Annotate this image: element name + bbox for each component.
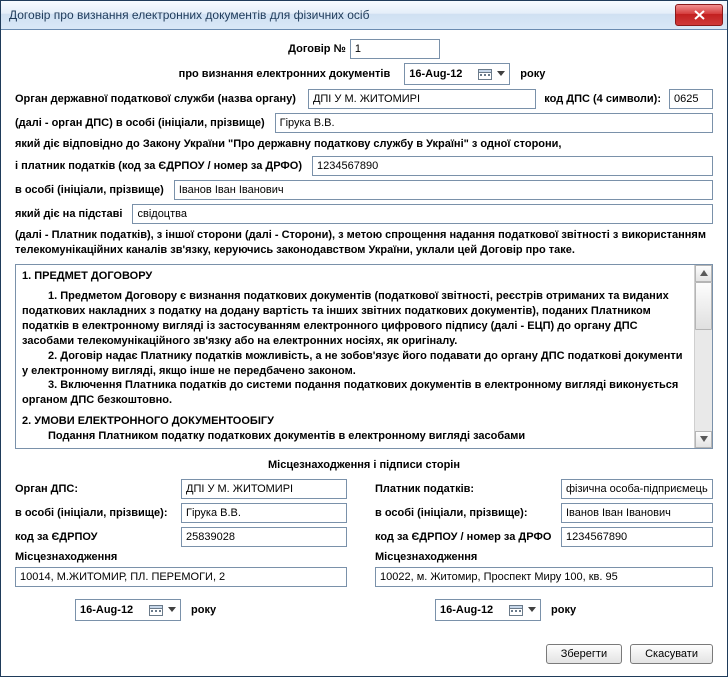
payer-person-label: в особі (ініціали, прізвище) xyxy=(15,184,164,196)
contract-text-content: 1. ПРЕДМЕТ ДОГОВОРУ 1. Предметом Договор… xyxy=(16,265,694,448)
scroll-down-button[interactable] xyxy=(695,431,712,448)
basis-label: який діє на підставі xyxy=(15,208,122,220)
left-code-input[interactable] xyxy=(181,527,347,547)
left-person-input[interactable] xyxy=(181,503,347,523)
year-label: року xyxy=(520,68,545,80)
right-addr-input[interactable] xyxy=(375,567,713,587)
right-date-value: 16-Aug-12 xyxy=(440,604,504,616)
signatures-title: Місцезнаходження і підписи сторін xyxy=(15,459,713,471)
section-1-title: 1. ПРЕДМЕТ ДОГОВОРУ xyxy=(22,269,688,284)
law-line: який діє відповідно до Закону України "П… xyxy=(15,137,713,152)
closing-para: (далі - Платник податків), з іншої сторо… xyxy=(15,228,713,258)
contract-no-input[interactable] xyxy=(350,39,440,59)
payer-code-row: і платник податків (код за ЄДРПОУ / номе… xyxy=(15,156,713,176)
para-4: Подання Платником податку податкових док… xyxy=(22,429,688,444)
payer-code-label: і платник податків (код за ЄДРПОУ / номе… xyxy=(15,160,302,172)
inperson-label: (далі - орган ДПС) в особі (ініціали, пр… xyxy=(15,117,265,129)
section-2-title: 2. УМОВИ ЕЛЕКТРОННОГО ДОКУМЕНТООБІГУ xyxy=(22,414,688,429)
payer-person-row: в особі (ініціали, прізвище) xyxy=(15,180,713,200)
left-addr-label: Місцезнаходження xyxy=(15,551,117,563)
chevron-down-icon[interactable] xyxy=(526,603,538,617)
left-date-picker[interactable]: 16-Aug-12 xyxy=(75,599,181,621)
calendar-icon[interactable] xyxy=(477,67,493,81)
para-1: 1. Предметом Договору є визнання податко… xyxy=(22,289,688,348)
titlebar: Договір про визнання електронних докумен… xyxy=(1,1,727,30)
right-code-input[interactable] xyxy=(561,527,713,547)
right-payer-input[interactable] xyxy=(561,479,713,499)
calendar-icon[interactable] xyxy=(148,603,164,617)
para-3: 3. Включення Платника податків до систем… xyxy=(22,378,688,408)
right-addr-label: Місцезнаходження xyxy=(375,551,477,563)
sig-right-col: Платник податків: в особі (ініціали, прі… xyxy=(375,477,713,621)
left-organ-label: Орган ДПС: xyxy=(15,483,175,495)
header-row-2: про визнання електронних документів 16-A… xyxy=(15,63,713,85)
contract-no-label: Договір № xyxy=(288,43,346,55)
right-code-label: код за ЄДРПОУ / номер за ДРФО xyxy=(375,531,555,543)
chevron-down-icon[interactable] xyxy=(495,67,507,81)
signatures-grid: Орган ДПС: в особі (ініціали, прізвище):… xyxy=(15,477,713,621)
right-date-picker[interactable]: 16-Aug-12 xyxy=(435,599,541,621)
dps-code-label: код ДПС (4 символи): xyxy=(544,93,661,105)
basis-row: який діє на підставі xyxy=(15,204,713,224)
subtitle: про визнання електронних документів xyxy=(179,68,391,80)
footer: Зберегти Скасувати xyxy=(15,634,713,664)
left-code-label: код за ЄДРПОУ xyxy=(15,531,175,543)
para-2: 2. Договір надає Платнику податків можли… xyxy=(22,349,688,379)
payer-code-input[interactable] xyxy=(312,156,713,176)
right-person-input[interactable] xyxy=(561,503,713,523)
contract-text-area: 1. ПРЕДМЕТ ДОГОВОРУ 1. Предметом Договор… xyxy=(15,264,713,449)
left-organ-input[interactable] xyxy=(181,479,347,499)
dps-code-input[interactable] xyxy=(669,89,713,109)
save-button[interactable]: Зберегти xyxy=(546,644,622,664)
close-icon xyxy=(694,10,705,20)
organ-input[interactable] xyxy=(308,89,536,109)
organ-row: Орган державної податкової служби (назва… xyxy=(15,89,713,109)
left-date-value: 16-Aug-12 xyxy=(80,604,144,616)
form-body: Договір № про визнання електронних докум… xyxy=(1,29,727,676)
right-year-label: року xyxy=(551,604,576,616)
scroll-thumb[interactable] xyxy=(695,282,712,330)
scroll-up-button[interactable] xyxy=(695,265,712,282)
window-title: Договір про визнання електронних докумен… xyxy=(9,8,675,22)
right-payer-label: Платник податків: xyxy=(375,483,555,495)
close-button[interactable] xyxy=(675,4,723,26)
inperson-row: (далі - орган ДПС) в особі (ініціали, пр… xyxy=(15,113,713,133)
sig-left-col: Орган ДПС: в особі (ініціали, прізвище):… xyxy=(15,477,347,621)
window: Договір про визнання електронних докумен… xyxy=(0,0,728,677)
scroll-track[interactable] xyxy=(695,282,712,431)
organ-label: Орган державної податкової служби (назва… xyxy=(15,93,296,105)
left-person-label: в особі (ініціали, прізвище): xyxy=(15,507,175,519)
chevron-down-icon[interactable] xyxy=(166,603,178,617)
header-date-value: 16-Aug-12 xyxy=(409,68,473,80)
basis-input[interactable] xyxy=(132,204,713,224)
header-row-1: Договір № xyxy=(15,39,713,59)
calendar-icon[interactable] xyxy=(508,603,524,617)
scrollbar[interactable] xyxy=(694,265,712,448)
payer-person-input[interactable] xyxy=(174,180,713,200)
cancel-button[interactable]: Скасувати xyxy=(630,644,713,664)
header-date-picker[interactable]: 16-Aug-12 xyxy=(404,63,510,85)
inperson-input[interactable] xyxy=(275,113,713,133)
right-person-label: в особі (ініціали, прізвище): xyxy=(375,507,555,519)
left-year-label: року xyxy=(191,604,216,616)
left-addr-input[interactable] xyxy=(15,567,347,587)
